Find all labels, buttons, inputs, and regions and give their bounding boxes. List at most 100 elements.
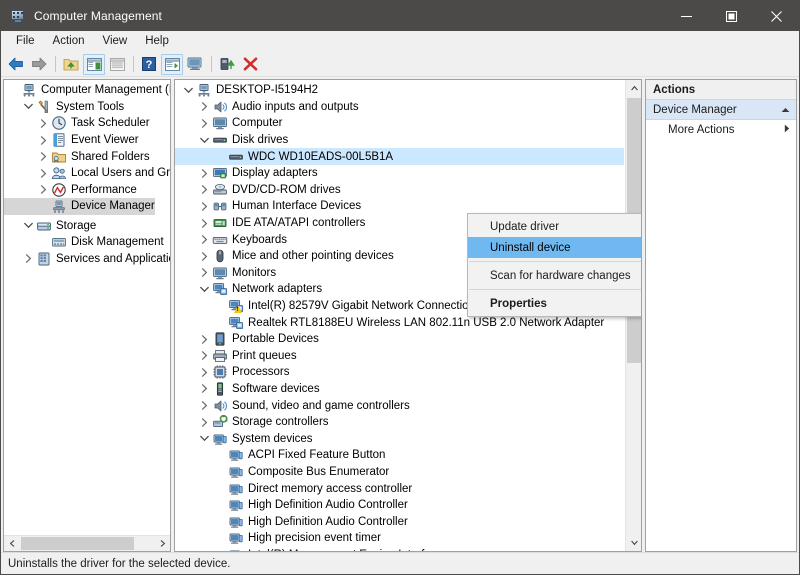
maximize-icon[interactable] (709, 1, 754, 31)
tree-item[interactable]: High Definition Audio Controller (175, 513, 624, 530)
actions-pane: Actions Device Manager More Actions (645, 79, 797, 552)
tree-item[interactable]: Portable Devices (175, 331, 624, 348)
tree-item[interactable]: Intel(R) Management Engine Interface (175, 547, 624, 551)
vscroll-up-arrow[interactable] (626, 80, 641, 97)
tree-item-label: Disk drives (232, 134, 289, 147)
tree-item[interactable]: Disk drives (175, 132, 624, 149)
chevron-down-icon[interactable] (197, 281, 212, 297)
tree-item-label: Composite Bus Enumerator (248, 465, 390, 478)
tree-item-label: Computer Management (Local (41, 84, 170, 97)
tree-item[interactable]: Task Scheduler (4, 115, 170, 132)
vscroll-down-arrow[interactable] (626, 534, 641, 551)
tree-item[interactable]: DVD/CD-ROM drives (175, 182, 624, 199)
chevron-down-icon[interactable] (181, 82, 196, 98)
chevron-right-icon[interactable] (197, 381, 212, 397)
tree-item-label: Display adapters (232, 167, 318, 180)
tree-item[interactable]: System devices (175, 430, 624, 447)
tree-item-label: Human Interface Devices (232, 200, 362, 213)
tree-item[interactable]: Display adapters (175, 165, 624, 182)
minimize-icon[interactable] (664, 1, 709, 31)
chevron-right-icon[interactable] (197, 248, 212, 264)
chevron-right-icon[interactable] (197, 115, 212, 131)
tree-item[interactable]: Computer Management (Local (4, 82, 170, 99)
context-menu-item[interactable]: Properties (468, 293, 641, 314)
tree-item[interactable]: WDC WD10EADS-00L5B1A (175, 148, 624, 165)
context-menu-item[interactable]: Update driver (468, 216, 641, 237)
tree-item[interactable]: ACPI Fixed Feature Button (175, 447, 624, 464)
action-item-more-actions[interactable]: More Actions (646, 120, 796, 140)
device-manager-icon (51, 198, 67, 214)
tree-item-label: Print queues (232, 349, 297, 362)
console-tree-scroll: Computer Management (Local System Tools Ta… (4, 80, 170, 535)
chevron-right-icon[interactable] (36, 115, 51, 131)
menu-view[interactable]: View (94, 33, 137, 50)
chevron-down-icon[interactable] (21, 99, 36, 115)
chevron-right-icon[interactable] (21, 251, 36, 267)
tree-item[interactable]: Event Viewer (4, 132, 170, 149)
hscroll-thumb[interactable] (21, 537, 134, 550)
tree-item[interactable]: DESKTOP-I5194H2 (175, 82, 624, 99)
show-action-pane-icon[interactable] (161, 53, 183, 75)
up-folder-icon[interactable] (60, 54, 82, 75)
uninstall-device-icon[interactable] (239, 54, 261, 75)
tree-item[interactable]: Print queues (175, 348, 624, 365)
tree-item[interactable]: Sound, video and game controllers (175, 397, 624, 414)
actions-group-device-manager[interactable]: Device Manager (646, 100, 796, 120)
tree-item[interactable]: High Definition Audio Controller (175, 497, 624, 514)
menu-bar: File Action View Help (1, 31, 799, 52)
chevron-right-icon[interactable] (36, 149, 51, 165)
properties-icon[interactable] (184, 54, 206, 75)
chevron-right-icon[interactable] (197, 331, 212, 347)
chevron-right-icon[interactable] (197, 398, 212, 414)
tree-item[interactable]: System Tools (4, 99, 170, 116)
tree-item[interactable]: Device Manager (4, 198, 155, 215)
tree-item[interactable]: Direct memory access controller (175, 480, 624, 497)
chevron-right-icon[interactable] (197, 165, 212, 181)
tree-item[interactable]: Software devices (175, 381, 624, 398)
context-menu-item[interactable]: Uninstall device (468, 237, 641, 258)
context-menu-item[interactable]: Scan for hardware changes (468, 265, 641, 286)
tree-item[interactable]: High precision event timer (175, 530, 624, 547)
help-icon[interactable]: ? (138, 54, 160, 75)
chevron-right-icon[interactable] (197, 232, 212, 248)
chevron-right-icon[interactable] (197, 364, 212, 380)
chevron-right-icon[interactable] (197, 414, 212, 430)
back-arrow-icon[interactable] (5, 54, 27, 75)
chevron-down-icon[interactable] (21, 218, 36, 234)
chevron-right-icon[interactable] (197, 182, 212, 198)
hscroll-left-arrow[interactable] (4, 536, 20, 551)
chevron-right-icon[interactable] (197, 215, 212, 231)
tree-item-label: Audio inputs and outputs (232, 100, 359, 113)
update-driver-icon[interactable] (216, 54, 238, 75)
chevron-right-icon[interactable] (36, 165, 51, 181)
tree-item[interactable]: Shared Folders (4, 148, 170, 165)
chevron-up-icon[interactable] (781, 104, 790, 116)
tree-item[interactable]: Disk Management (4, 234, 170, 251)
chevron-right-icon[interactable] (197, 265, 212, 281)
system-device-icon (228, 530, 244, 546)
tree-item[interactable]: Storage (4, 217, 170, 234)
tree-item[interactable]: Local Users and Groups (4, 165, 170, 182)
chevron-down-icon[interactable] (197, 132, 212, 148)
close-icon[interactable] (754, 1, 799, 31)
tree-item[interactable]: Services and Applications (4, 251, 170, 268)
console-tree-hscrollbar[interactable] (4, 535, 170, 551)
chevron-right-icon[interactable] (197, 348, 212, 364)
tree-item[interactable]: Storage controllers (175, 414, 624, 431)
tree-item[interactable]: Performance (4, 182, 170, 199)
chevron-right-icon[interactable] (197, 99, 212, 115)
tree-item[interactable]: Audio inputs and outputs (175, 99, 624, 116)
menu-action[interactable]: Action (44, 33, 94, 50)
tree-item[interactable]: Computer (175, 115, 624, 132)
menu-help[interactable]: Help (136, 33, 178, 50)
chevron-right-icon[interactable] (36, 132, 51, 148)
tree-item[interactable]: Processors (175, 364, 624, 381)
menu-file[interactable]: File (7, 33, 44, 50)
chevron-right-icon[interactable] (36, 182, 51, 198)
hscroll-right-arrow[interactable] (154, 536, 170, 551)
chevron-right-icon[interactable] (197, 198, 212, 214)
chevron-down-icon[interactable] (197, 431, 212, 447)
show-console-tree-icon[interactable] (83, 53, 105, 75)
users-icon (51, 165, 67, 181)
tree-item[interactable]: Composite Bus Enumerator (175, 464, 624, 481)
